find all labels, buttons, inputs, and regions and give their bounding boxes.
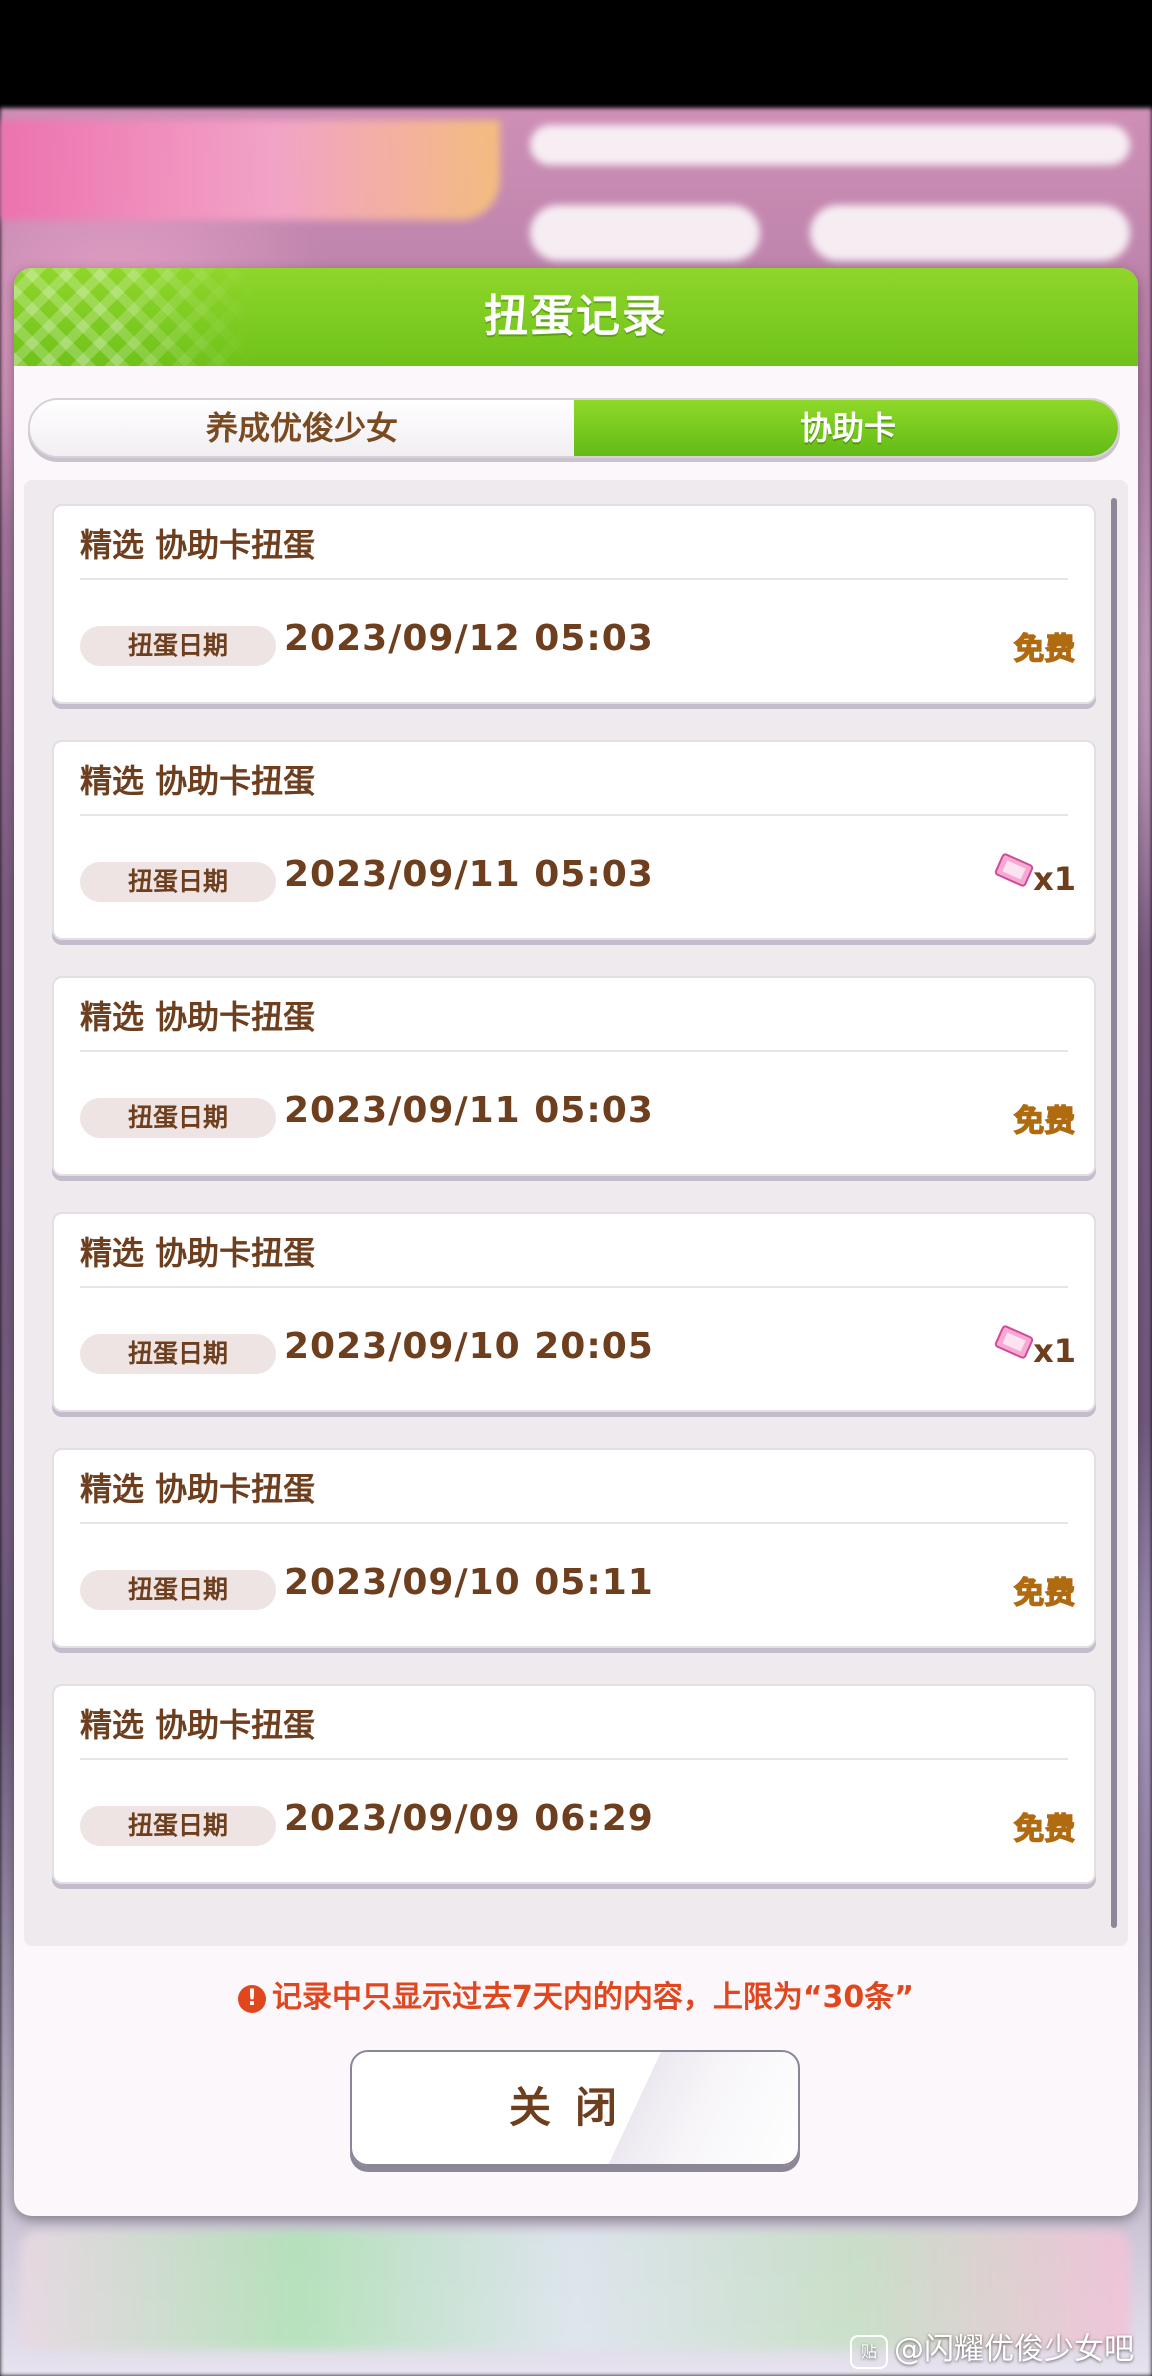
record-title: 精选 协助卡扭蛋 bbox=[80, 526, 316, 564]
record-card: 精选 协助卡扭蛋 扭蛋日期 2023/09/12 05:03 免费 bbox=[52, 504, 1096, 704]
date-label-badge: 扭蛋日期 bbox=[80, 862, 276, 902]
watermark: 贴 @闪耀优俊少女吧 bbox=[850, 2324, 1134, 2369]
record-card: 精选 协助卡扭蛋 扭蛋日期 2023/09/09 06:29 免费 bbox=[52, 1684, 1096, 1884]
gacha-history-dialog: 扭蛋记录 养成优俊少女 协助卡 精选 协助卡扭蛋 扭蛋日期 2023/09/12 0… bbox=[14, 268, 1138, 2216]
date-label-badge: 扭蛋日期 bbox=[80, 626, 276, 666]
divider bbox=[80, 814, 1068, 816]
notice-text-row: ! 记录中只显示过去7天内的内容，上限为“30条” bbox=[14, 1972, 1138, 2016]
tieba-logo-icon: 贴 bbox=[850, 2335, 888, 2369]
record-title: 精选 协助卡扭蛋 bbox=[80, 998, 316, 1036]
record-card: 精选 协助卡扭蛋 扭蛋日期 2023/09/11 05:03 x1 bbox=[52, 740, 1096, 940]
record-title: 精选 协助卡扭蛋 bbox=[80, 1706, 316, 1744]
record-date: 2023/09/10 20:05 bbox=[284, 1326, 654, 1367]
free-badge: 免费 bbox=[1013, 1575, 1076, 1612]
tab-bar: 养成优俊少女 协助卡 bbox=[28, 398, 1120, 458]
divider bbox=[80, 1758, 1068, 1760]
free-badge: 免费 bbox=[1013, 1811, 1076, 1848]
record-date: 2023/09/12 05:03 bbox=[284, 618, 654, 659]
record-card: 精选 协助卡扭蛋 扭蛋日期 2023/09/10 05:11 免费 bbox=[52, 1448, 1096, 1648]
dialog-header: 扭蛋记录 bbox=[14, 268, 1138, 366]
divider bbox=[80, 578, 1068, 580]
tab-trainee[interactable]: 养成优俊少女 bbox=[30, 400, 574, 456]
ticket-quantity: x1 bbox=[1033, 860, 1076, 898]
alert-icon: ! bbox=[237, 1985, 266, 2013]
notice-text: 记录中只显示过去7天内的内容，上限为“30条” bbox=[271, 1980, 915, 2015]
watermark-text: @闪耀优俊少女吧 bbox=[894, 2332, 1134, 2367]
ticket-quantity: x1 bbox=[1033, 1332, 1076, 1370]
record-title: 精选 协助卡扭蛋 bbox=[80, 1470, 316, 1508]
divider bbox=[80, 1050, 1068, 1052]
date-label-badge: 扭蛋日期 bbox=[80, 1334, 276, 1374]
free-badge: 免费 bbox=[1013, 631, 1076, 668]
divider bbox=[80, 1522, 1068, 1524]
dialog-title: 扭蛋记录 bbox=[484, 291, 668, 342]
background-header bbox=[0, 120, 500, 220]
tab-support-card[interactable]: 协助卡 bbox=[574, 400, 1118, 456]
record-card: 精选 协助卡扭蛋 扭蛋日期 2023/09/10 20:05 x1 bbox=[52, 1212, 1096, 1412]
ticket-icon bbox=[994, 853, 1034, 887]
record-date: 2023/09/11 05:03 bbox=[284, 854, 654, 895]
record-date: 2023/09/11 05:03 bbox=[284, 1090, 654, 1131]
background-button bbox=[530, 205, 760, 261]
background-button bbox=[810, 205, 1130, 261]
date-label-badge: 扭蛋日期 bbox=[80, 1806, 276, 1846]
record-title: 精选 协助卡扭蛋 bbox=[80, 762, 316, 800]
scrollbar-thumb[interactable] bbox=[1111, 498, 1117, 1928]
date-label-badge: 扭蛋日期 bbox=[80, 1570, 276, 1610]
free-badge: 免费 bbox=[1013, 1103, 1076, 1140]
close-button[interactable]: 关闭 bbox=[350, 2050, 800, 2166]
record-date: 2023/09/10 05:11 bbox=[284, 1562, 654, 1603]
ticket-icon bbox=[994, 1325, 1034, 1359]
record-date: 2023/09/09 06:29 bbox=[284, 1798, 654, 1839]
record-card: 精选 协助卡扭蛋 扭蛋日期 2023/09/11 05:03 免费 bbox=[52, 976, 1096, 1176]
date-label-badge: 扭蛋日期 bbox=[80, 1098, 276, 1138]
divider bbox=[80, 1286, 1068, 1288]
background-resource-bar bbox=[530, 125, 1130, 165]
record-title: 精选 协助卡扭蛋 bbox=[80, 1234, 316, 1272]
